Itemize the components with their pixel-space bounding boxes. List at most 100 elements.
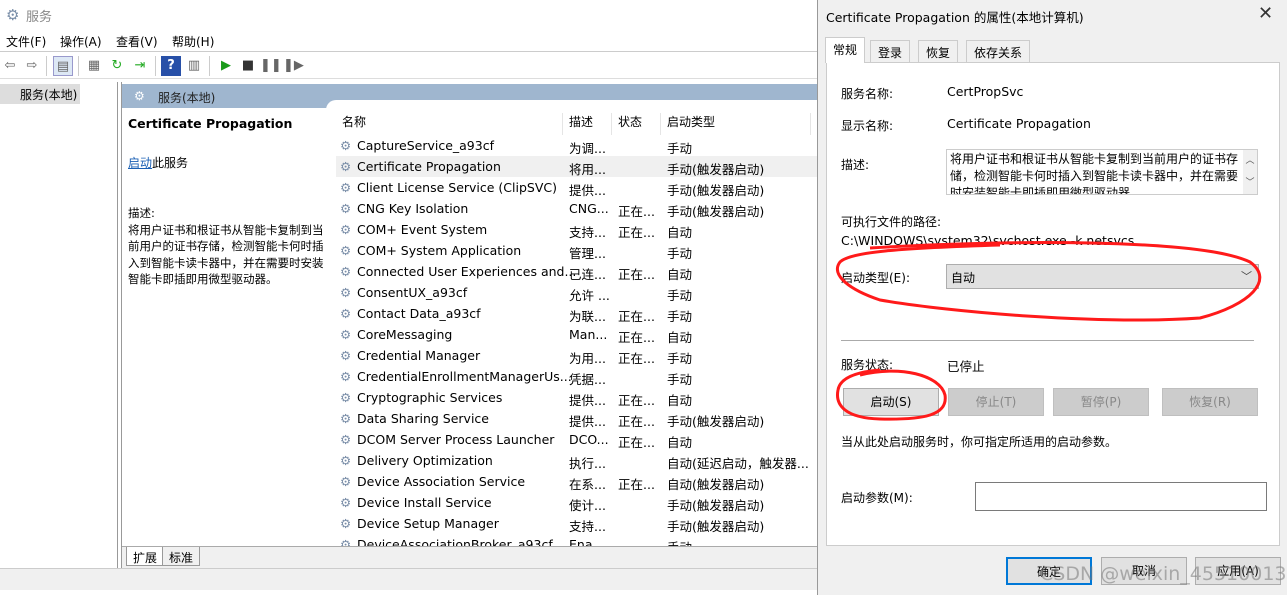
tab-dependencies[interactable]: 依存关系 [966, 40, 1031, 62]
gear-icon: ⚙ [340, 159, 352, 174]
gear-icon: ⚙ [340, 201, 352, 216]
column-header-name[interactable]: 名称 [336, 113, 563, 135]
toolbar: ⇦ ⇨ ▤ ▦ ↻ ⇥ ? ▥ ▶ ■ ❚❚ ❚▶ [0, 53, 817, 79]
service-startup-type: 自动(触发器启动) [667, 477, 765, 492]
start-service-link[interactable]: 启动 [128, 156, 152, 170]
service-row[interactable]: ⚙ DeviceAssociationBroker_a93cf Ena... 手动 [336, 534, 818, 546]
service-description: 为联... [569, 309, 606, 324]
tree-item-services-local[interactable]: 服务(本地) [0, 84, 80, 104]
service-row[interactable]: ⚙ Credential Manager 为用... 正在... 手动 [336, 345, 818, 366]
service-description: 支持... [569, 225, 606, 240]
service-row[interactable]: ⚙ Certificate Propagation 将用... 手动(触发器启动) [336, 156, 818, 177]
service-startup-type: 手动 [667, 141, 693, 156]
service-name: Credential Manager [357, 348, 481, 363]
service-row[interactable]: ⚙ CredentialEnrollmentManagerUs... 凭据... 手动 [336, 366, 818, 387]
service-row[interactable]: ⚙ Cryptographic Services 提供... 正在... 自动 [336, 387, 818, 408]
service-name: ConsentUX_a93cf [357, 285, 468, 300]
show-action-pane-icon[interactable]: ▥ [184, 56, 204, 76]
service-row[interactable]: ⚙ CoreMessaging Man... 正在... 自动 [336, 324, 818, 345]
forward-icon[interactable]: ⇨ [22, 56, 42, 76]
service-description: 已连... [569, 267, 606, 282]
tab-general[interactable]: 常规 [825, 37, 866, 63]
service-status: 正在... [618, 225, 655, 240]
service-row[interactable]: ⚙ Device Install Service 使计... 手动(触发器启动) [336, 492, 818, 513]
tab-logon[interactable]: 登录 [870, 40, 911, 62]
service-row[interactable]: ⚙ Delivery Optimization 执行... 自动(延迟启动，触发器..… [336, 450, 818, 471]
display-name-value: Certificate Propagation [947, 116, 1091, 131]
stop-button[interactable]: 停止(T) [948, 388, 1044, 416]
tab-standard[interactable]: 标准 [162, 547, 201, 566]
start-params-input[interactable] [975, 482, 1267, 511]
service-row[interactable]: ⚙ COM+ System Application 管理... 手动 [336, 240, 818, 261]
service-row[interactable]: ⚙ CNG Key Isolation CNG... 正在... 手动(触发器启动) [336, 198, 818, 219]
display-name-label: 显示名称: [841, 119, 894, 133]
pause-service-icon[interactable]: ❚❚ [260, 56, 282, 76]
menu-file[interactable]: 文件(F) [6, 33, 46, 50]
startup-type-label: 启动类型(E): [841, 271, 910, 285]
gear-icon: ⚙ [340, 327, 352, 342]
pause-button[interactable]: 暂停(P) [1053, 388, 1149, 416]
stop-service-icon[interactable]: ■ [238, 56, 258, 76]
menu-action[interactable]: 操作(A) [60, 33, 102, 50]
service-name: Device Install Service [357, 495, 492, 510]
back-icon[interactable]: ⇦ [0, 56, 20, 76]
column-header-status[interactable]: 状态 [612, 113, 661, 135]
startup-type-select[interactable]: 自动 ﹀ [946, 264, 1259, 289]
service-name: COM+ Event System [357, 222, 488, 237]
tab-extended[interactable]: 扩展 [126, 547, 165, 566]
service-row[interactable]: ⚙ ConsentUX_a93cf 允许 ... 手动 [336, 282, 818, 303]
service-row[interactable]: ⚙ Contact Data_a93cf 为联... 正在... 手动 [336, 303, 818, 324]
service-description: 为用... [569, 351, 606, 366]
service-row[interactable]: ⚙ Device Association Service 在系... 正在... 自动(… [336, 471, 818, 492]
service-startup-type: 手动 [667, 309, 693, 324]
service-row[interactable]: ⚙ Device Setup Manager 支持... 手动(触发器启动) [336, 513, 818, 534]
service-description: 在系... [569, 477, 606, 492]
tab-recovery[interactable]: 恢复 [918, 40, 959, 62]
gear-icon: ⚙ [340, 285, 352, 300]
service-description: 支持... [569, 519, 606, 534]
start-service-icon[interactable]: ▶ [216, 56, 236, 76]
description-scrollbar[interactable]: ︿ ﹀ [1243, 150, 1257, 194]
service-row[interactable]: ⚙ CaptureService_a93cf 为调... 手动 [336, 135, 818, 156]
general-tab-panel: 服务名称: CertPropSvc 显示名称: Certificate Prop… [826, 62, 1280, 546]
service-description: 提供... [569, 393, 606, 408]
gear-icon: ⚙ [340, 222, 352, 237]
service-row[interactable]: ⚙ DCOM Server Process Launcher DCO... 正在...… [336, 429, 818, 450]
column-header-description[interactable]: 描述 [563, 113, 612, 135]
services-list: ^ 名称 描述 状态 启动类型 ⚙ CaptureService_a93cf 为调.… [336, 108, 818, 546]
service-description: 凭据... [569, 372, 606, 387]
gear-icon: ⚙ [340, 537, 352, 546]
refresh-icon[interactable]: ↻ [107, 56, 127, 76]
description-box[interactable]: 将用户证书和根证书从智能卡复制到当前用户的证书存储，检测智能卡何时插入到智能卡读… [946, 149, 1258, 195]
service-startup-type: 手动(触发器启动) [667, 204, 765, 219]
service-startup-type: 自动 [667, 225, 693, 240]
gear-icon: ⚙ [340, 306, 352, 321]
menu-view[interactable]: 查看(V) [116, 33, 158, 50]
show-hide-console-tree-icon[interactable]: ▤ [53, 56, 73, 76]
menu-help[interactable]: 帮助(H) [172, 33, 214, 50]
service-startup-type: 手动 [667, 351, 693, 366]
resume-button[interactable]: 恢复(R) [1162, 388, 1258, 416]
column-header-startup-type[interactable]: 启动类型 [661, 113, 811, 135]
service-status: 正在... [618, 330, 655, 345]
help-icon[interactable]: ? [161, 56, 181, 76]
service-row[interactable]: ⚙ Client License Service (ClipSVC) 提供... 手动… [336, 177, 818, 198]
service-name: Delivery Optimization [357, 453, 493, 468]
service-name: Connected User Experiences and... [357, 264, 577, 279]
window-title: 服务 [26, 10, 53, 25]
service-row[interactable]: ⚙ Data Sharing Service 提供... 正在... 手动(触发器启动) [336, 408, 818, 429]
service-status: 正在... [618, 351, 655, 366]
service-status: 正在... [618, 414, 655, 429]
service-name: DCOM Server Process Launcher [357, 432, 555, 447]
service-status: 正在... [618, 477, 655, 492]
path-label: 可执行文件的路径: [841, 215, 942, 229]
properties-icon[interactable]: ▦ [84, 56, 104, 76]
service-startup-type: 手动(触发器启动) [667, 162, 765, 177]
close-icon[interactable]: ✕ [1258, 3, 1273, 24]
service-row[interactable]: ⚙ Connected User Experiences and... 已连... 正… [336, 261, 818, 282]
export-list-icon[interactable]: ⇥ [130, 56, 150, 76]
detail-desc-label: 描述: [128, 206, 155, 220]
start-button[interactable]: 启动(S) [843, 388, 939, 416]
service-row[interactable]: ⚙ COM+ Event System 支持... 正在... 自动 [336, 219, 818, 240]
resume-service-icon[interactable]: ❚▶ [283, 56, 304, 76]
